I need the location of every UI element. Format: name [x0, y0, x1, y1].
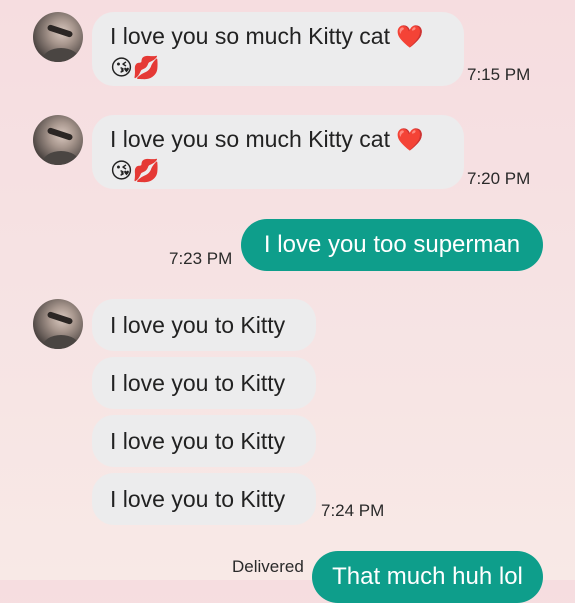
message-text: I love you so much Kitty cat — [110, 23, 390, 49]
outgoing-message[interactable]: I love you too superman — [241, 219, 543, 271]
outgoing-message[interactable]: That much huh lol — [312, 551, 543, 603]
message-text: I love you to Kitty — [110, 370, 286, 396]
incoming-message[interactable]: I love you so much Kitty cat ❤️ 😘💋 — [92, 115, 464, 189]
incoming-message[interactable]: I love you to Kitty — [92, 473, 316, 525]
timestamp: 7:24 PM — [321, 501, 385, 520]
timestamp: 7:15 PM — [467, 65, 531, 84]
delivery-status: Delivered — [232, 557, 304, 576]
heart-emoji: ❤️ — [396, 127, 424, 152]
message-text: I love you to Kitty — [110, 312, 286, 338]
incoming-message[interactable]: I love you so much Kitty cat ❤️ 😘💋 — [92, 12, 464, 86]
message-text: I love you to Kitty — [110, 486, 286, 512]
incoming-message[interactable]: I love you to Kitty — [92, 357, 316, 409]
incoming-message[interactable]: I love you to Kitty — [92, 415, 316, 467]
timestamp: 7:20 PM — [467, 169, 531, 188]
kiss-emojis: 😘💋 — [110, 158, 161, 183]
message-text: I love you too superman — [263, 231, 521, 258]
avatar[interactable] — [33, 12, 83, 62]
kiss-emojis: 😘💋 — [110, 55, 161, 80]
avatar[interactable] — [33, 115, 83, 165]
heart-emoji: ❤️ — [396, 24, 424, 49]
message-text: That much huh lol — [332, 563, 523, 590]
incoming-message[interactable]: I love you to Kitty — [92, 299, 316, 351]
message-text: I love you to Kitty — [110, 428, 286, 454]
avatar[interactable] — [33, 299, 83, 349]
message-text: I love you so much Kitty cat — [110, 126, 390, 152]
timestamp: 7:23 PM — [169, 249, 233, 268]
